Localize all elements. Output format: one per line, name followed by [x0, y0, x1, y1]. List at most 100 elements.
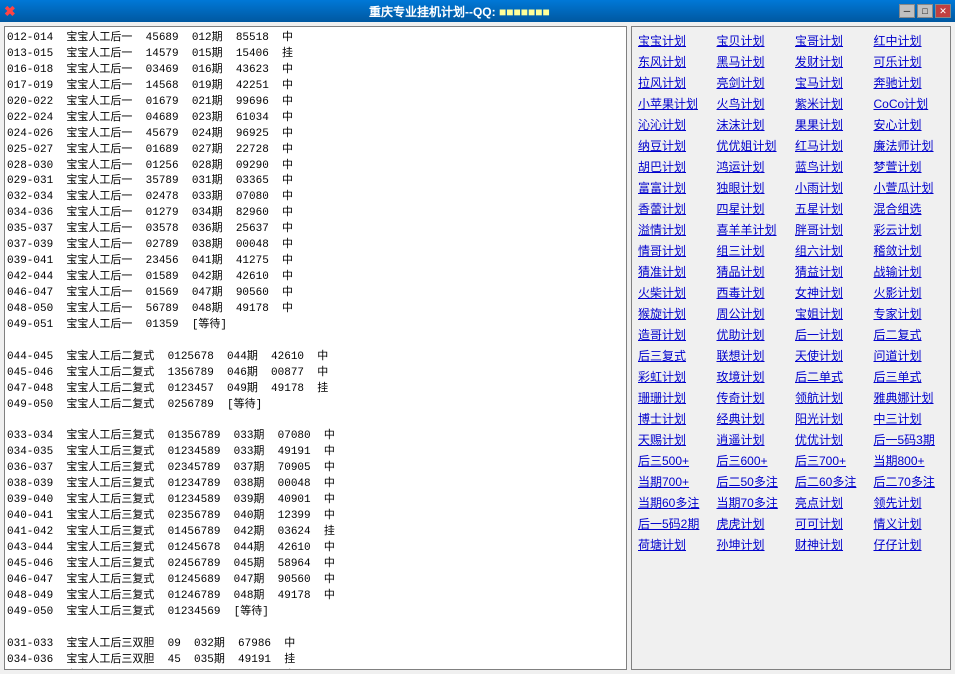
lottery-data-content[interactable]: 012-014 宝宝人工后一 45689 012期 85518 中 013-01… — [5, 27, 626, 669]
link-item[interactable]: 仔仔计划 — [872, 535, 947, 554]
link-item[interactable]: 猜准计划 — [636, 262, 711, 281]
link-item[interactable]: 当期70多注 — [715, 493, 790, 512]
link-item[interactable]: 火影计划 — [872, 283, 947, 302]
link-item[interactable]: 优优姐计划 — [715, 136, 790, 155]
link-item[interactable]: 沫沫计划 — [715, 115, 790, 134]
link-item[interactable]: 优助计划 — [715, 325, 790, 344]
link-item[interactable]: 稽敛计划 — [872, 241, 947, 260]
link-item[interactable]: CoCo计划 — [872, 94, 947, 113]
link-item[interactable]: 亮剑计划 — [715, 73, 790, 92]
link-item[interactable]: 后三500+ — [636, 451, 711, 470]
link-item[interactable]: 联想计划 — [715, 346, 790, 365]
link-item[interactable]: 后二单式 — [793, 367, 868, 386]
link-item[interactable]: 猴旋计划 — [636, 304, 711, 323]
link-item[interactable]: 安心计划 — [872, 115, 947, 134]
link-item[interactable]: 后一5码2期 — [636, 514, 711, 533]
link-item[interactable]: 天赐计划 — [636, 430, 711, 449]
link-item[interactable]: 东风计划 — [636, 52, 711, 71]
link-item[interactable]: 胖哥计划 — [793, 220, 868, 239]
link-item[interactable]: 荷塘计划 — [636, 535, 711, 554]
link-item[interactable]: 当期800+ — [872, 451, 947, 470]
link-item[interactable]: 香蕾计划 — [636, 199, 711, 218]
title-bar[interactable]: ✖ 重庆专业挂机计划--QQ: ■■■■■■■ ─ □ ✕ — [0, 0, 955, 22]
link-item[interactable]: 火柴计划 — [636, 283, 711, 302]
link-item[interactable]: 黑马计划 — [715, 52, 790, 71]
right-panel[interactable]: 宝宝计划宝贝计划宝哥计划红中计划东风计划黑马计划发财计划可乐计划拉风计划亮剑计划… — [631, 26, 951, 670]
link-item[interactable]: 后二60多注 — [793, 472, 868, 491]
link-item[interactable]: 小萱瓜计划 — [872, 178, 947, 197]
link-item[interactable]: 逍遥计划 — [715, 430, 790, 449]
minimize-button[interactable]: ─ — [899, 4, 915, 18]
link-item[interactable]: 宝姐计划 — [793, 304, 868, 323]
link-item[interactable]: 优优计划 — [793, 430, 868, 449]
link-item[interactable]: 西毒计划 — [715, 283, 790, 302]
link-item[interactable]: 情义计划 — [872, 514, 947, 533]
link-item[interactable]: 虎虎计划 — [715, 514, 790, 533]
link-item[interactable]: 后一计划 — [793, 325, 868, 344]
link-item[interactable]: 小苹果计划 — [636, 94, 711, 113]
link-item[interactable]: 胡巴计划 — [636, 157, 711, 176]
window-controls[interactable]: ─ □ ✕ — [899, 4, 951, 18]
link-item[interactable]: 后一5码3期 — [872, 430, 947, 449]
link-item[interactable]: 后二复式 — [872, 325, 947, 344]
link-item[interactable]: 组六计划 — [793, 241, 868, 260]
link-item[interactable]: 阳光计划 — [793, 409, 868, 428]
link-item[interactable]: 拉风计划 — [636, 73, 711, 92]
link-item[interactable]: 后三单式 — [872, 367, 947, 386]
link-item[interactable]: 混合组选 — [872, 199, 947, 218]
link-item[interactable]: 后三复式 — [636, 346, 711, 365]
link-item[interactable]: 果果计划 — [793, 115, 868, 134]
link-item[interactable]: 珊珊计划 — [636, 388, 711, 407]
link-item[interactable]: 宝宝计划 — [636, 31, 711, 50]
link-item[interactable]: 亮点计划 — [793, 493, 868, 512]
link-item[interactable]: 问道计划 — [872, 346, 947, 365]
link-item[interactable]: 沁沁计划 — [636, 115, 711, 134]
link-item[interactable]: 领航计划 — [793, 388, 868, 407]
link-item[interactable]: 雅典娜计划 — [872, 388, 947, 407]
link-item[interactable]: 宝贝计划 — [715, 31, 790, 50]
link-item[interactable]: 彩虹计划 — [636, 367, 711, 386]
link-item[interactable]: 战输计划 — [872, 262, 947, 281]
link-item[interactable]: 造哥计划 — [636, 325, 711, 344]
link-item[interactable]: 溢情计划 — [636, 220, 711, 239]
link-item[interactable]: 鸿运计划 — [715, 157, 790, 176]
link-item[interactable]: 后二70多注 — [872, 472, 947, 491]
link-item[interactable]: 后三700+ — [793, 451, 868, 470]
link-item[interactable]: 宝哥计划 — [793, 31, 868, 50]
link-item[interactable]: 四星计划 — [715, 199, 790, 218]
link-item[interactable]: 纳豆计划 — [636, 136, 711, 155]
link-item[interactable]: 可可计划 — [793, 514, 868, 533]
link-item[interactable]: 猜益计划 — [793, 262, 868, 281]
link-item[interactable]: 领先计划 — [872, 493, 947, 512]
link-item[interactable]: 周公计划 — [715, 304, 790, 323]
link-item[interactable]: 当期60多注 — [636, 493, 711, 512]
link-item[interactable]: 传奇计划 — [715, 388, 790, 407]
link-item[interactable]: 廉法师计划 — [872, 136, 947, 155]
link-item[interactable]: 后二50多注 — [715, 472, 790, 491]
link-item[interactable]: 奔驰计划 — [872, 73, 947, 92]
close-button[interactable]: ✕ — [935, 4, 951, 18]
link-item[interactable]: 可乐计划 — [872, 52, 947, 71]
link-item[interactable]: 博士计划 — [636, 409, 711, 428]
link-item[interactable]: 当期700+ — [636, 472, 711, 491]
link-item[interactable]: 红马计划 — [793, 136, 868, 155]
link-item[interactable]: 专家计划 — [872, 304, 947, 323]
link-item[interactable]: 财神计划 — [793, 535, 868, 554]
link-item[interactable]: 蓝鸟计划 — [793, 157, 868, 176]
link-item[interactable]: 组三计划 — [715, 241, 790, 260]
link-item[interactable]: 发财计划 — [793, 52, 868, 71]
link-item[interactable]: 经典计划 — [715, 409, 790, 428]
link-item[interactable]: 中三计划 — [872, 409, 947, 428]
link-item[interactable]: 小雨计划 — [793, 178, 868, 197]
link-item[interactable]: 喜羊羊计划 — [715, 220, 790, 239]
link-item[interactable]: 梦萱计划 — [872, 157, 947, 176]
link-item[interactable]: 富富计划 — [636, 178, 711, 197]
link-item[interactable]: 宝马计划 — [793, 73, 868, 92]
link-item[interactable]: 五星计划 — [793, 199, 868, 218]
link-item[interactable]: 红中计划 — [872, 31, 947, 50]
link-item[interactable]: 猜品计划 — [715, 262, 790, 281]
link-item[interactable]: 后三600+ — [715, 451, 790, 470]
link-item[interactable]: 紫米计划 — [793, 94, 868, 113]
link-item[interactable]: 彩云计划 — [872, 220, 947, 239]
link-item[interactable]: 孙坤计划 — [715, 535, 790, 554]
